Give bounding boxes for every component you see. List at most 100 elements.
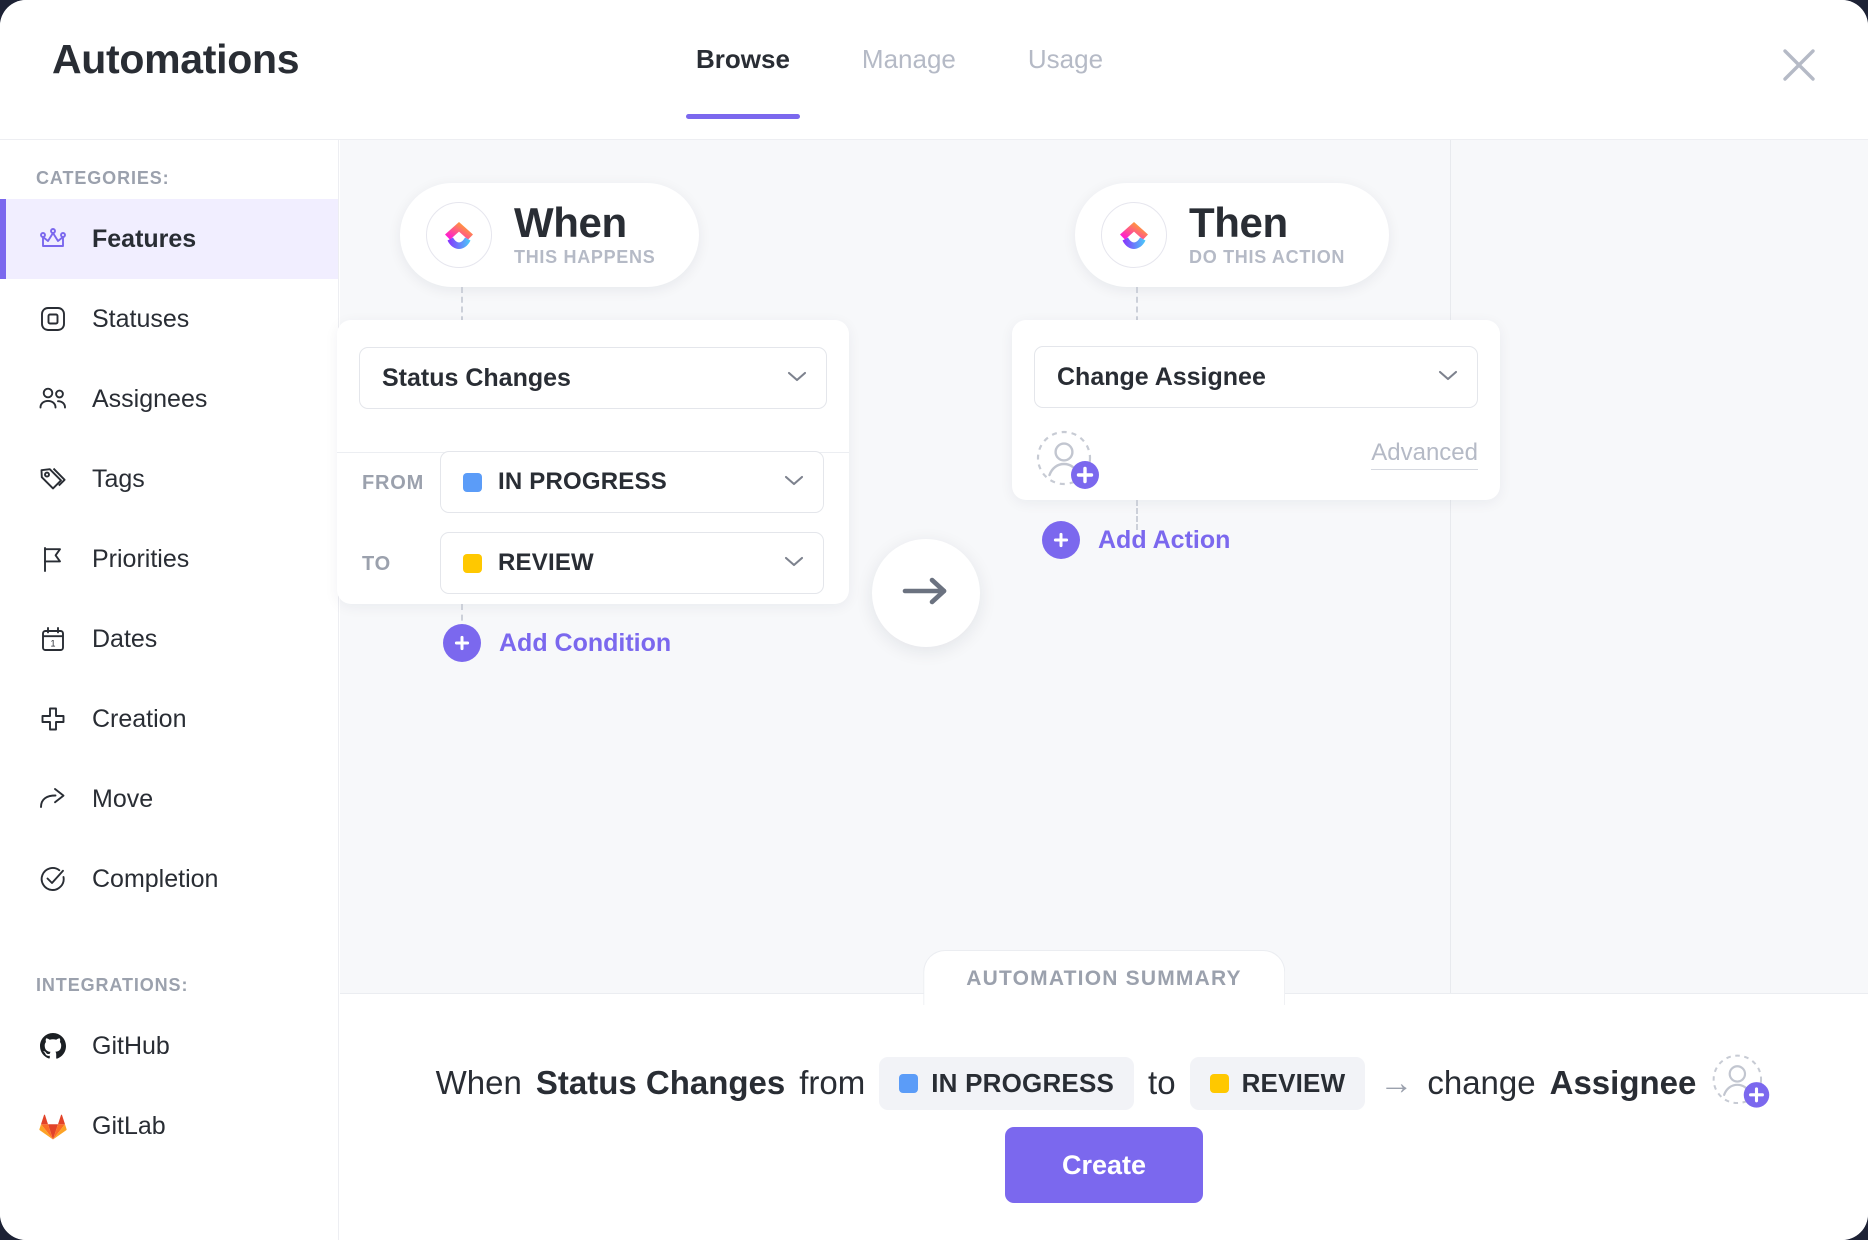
gitlab-icon: [36, 1109, 70, 1143]
tag-icon: [36, 462, 70, 496]
summary-word-from: from: [799, 1064, 866, 1101]
to-status-value-wrap: REVIEW: [463, 549, 783, 577]
sidebar-item-label: Creation: [92, 704, 187, 733]
trigger-select[interactable]: Status Changes: [359, 347, 827, 409]
sidebar-item-github[interactable]: GitHub: [0, 1006, 338, 1086]
status-color-swatch: [1209, 1073, 1229, 1093]
share-arrow-icon: [36, 782, 70, 816]
summary-tab-label: AUTOMATION SUMMARY: [923, 950, 1285, 1005]
plus-icon: [36, 702, 70, 736]
from-label: FROM: [362, 472, 425, 494]
sidebar-item-move[interactable]: Move: [0, 759, 338, 839]
trigger-select-value: Status Changes: [382, 363, 571, 392]
clickup-logo-icon: [1101, 202, 1167, 268]
sidebar-item-label: GitHub: [92, 1031, 170, 1060]
from-status-select[interactable]: IN PROGRESS: [440, 451, 824, 513]
sidebar-item-completion[interactable]: Completion: [0, 839, 338, 919]
page-title: Automations: [52, 36, 300, 82]
sidebar-item-label: Dates: [92, 624, 158, 653]
check-circle-icon: [36, 862, 70, 896]
status-color-swatch: [899, 1073, 919, 1093]
sidebar-item-label: GitLab: [92, 1111, 166, 1140]
plus-circle-icon: [1042, 521, 1080, 559]
people-icon: [36, 382, 70, 416]
tab-browse[interactable]: Browse: [660, 44, 826, 119]
create-button[interactable]: Create: [1005, 1127, 1203, 1203]
automation-summary-bar: AUTOMATION SUMMARY When Status Changes f…: [340, 950, 1868, 1240]
svg-text:1: 1: [50, 639, 55, 649]
when-subtitle: THIS HAPPENS: [514, 247, 656, 268]
sidebar-item-label: Completion: [92, 864, 219, 893]
sidebar-item-label: Priorities: [92, 544, 190, 573]
summary-to-value: REVIEW: [1241, 1067, 1346, 1098]
add-action-button[interactable]: Add Action: [1042, 521, 1230, 559]
from-status-value: IN PROGRESS: [498, 468, 667, 495]
status-color-swatch: [463, 553, 482, 573]
sidebar-item-label: Assignees: [92, 384, 208, 413]
summary-word-to: to: [1148, 1064, 1176, 1101]
sidebar-item-tags[interactable]: Tags: [0, 439, 338, 519]
flag-icon: [36, 542, 70, 576]
then-header-pill: Then DO THIS ACTION: [1075, 183, 1390, 287]
column-divider: [1450, 140, 1451, 993]
summary-trigger-name: Status Changes: [535, 1064, 786, 1101]
action-card: Change Assignee Advanced: [1012, 320, 1500, 500]
tab-usage[interactable]: Usage: [992, 44, 1139, 119]
when-header-pill: When THIS HAPPENS: [400, 183, 700, 287]
status-color-swatch: [463, 472, 482, 492]
sidebar-item-dates[interactable]: 1 Dates: [0, 599, 338, 679]
summary-arrow-icon: →: [1379, 1063, 1414, 1102]
from-status-value-wrap: IN PROGRESS: [463, 468, 783, 496]
action-select-value: Change Assignee: [1057, 362, 1266, 391]
sidebar-item-gitlab[interactable]: GitLab: [0, 1086, 338, 1166]
to-status-select[interactable]: REVIEW: [440, 532, 824, 594]
sidebar-integrations-caption: INTEGRATIONS:: [36, 975, 189, 995]
chevron-down-icon: [783, 554, 805, 573]
summary-sentence: When Status Changes from IN PROGRESS to …: [340, 1052, 1868, 1114]
add-person-icon[interactable]: [1034, 428, 1102, 496]
square-icon: [36, 302, 70, 336]
trigger-card: Status Changes FROM IN PROGRESS TO REVIE…: [337, 320, 849, 604]
sidebar-item-label: Tags: [92, 464, 145, 493]
sidebar-item-assignees[interactable]: Assignees: [0, 359, 338, 439]
chevron-down-icon: [786, 369, 808, 388]
to-label: TO: [362, 553, 392, 575]
github-icon: [36, 1029, 70, 1063]
modal-header: Automations Browse Manage Usage: [0, 0, 1868, 140]
calendar-icon: 1: [36, 622, 70, 656]
summary-from-value: IN PROGRESS: [931, 1067, 1115, 1098]
advanced-link[interactable]: Advanced: [1371, 439, 1478, 470]
automation-canvas: When THIS HAPPENS Status Changes FROM IN…: [337, 140, 1868, 993]
flow-arrow-node: [872, 539, 980, 647]
tab-manage[interactable]: Manage: [826, 44, 992, 119]
summary-word-when: When: [435, 1064, 522, 1101]
sidebar-item-label: Features: [92, 224, 197, 253]
arrow-right-icon: [899, 574, 953, 613]
chevron-down-icon: [783, 473, 805, 492]
add-condition-button[interactable]: Add Condition: [443, 624, 671, 662]
sidebar-item-label: Statuses: [92, 304, 190, 333]
chevron-down-icon: [1437, 368, 1459, 387]
crown-icon: [36, 222, 70, 256]
tab-bar: Browse Manage Usage: [660, 44, 1139, 119]
summary-action-name: Assignee: [1549, 1064, 1697, 1101]
plus-circle-icon: [443, 624, 481, 662]
to-status-value: REVIEW: [498, 549, 594, 576]
summary-from-chip: IN PROGRESS: [879, 1056, 1135, 1110]
clickup-logo-icon: [426, 202, 492, 268]
summary-to-chip: REVIEW: [1189, 1056, 1366, 1110]
add-action-label: Add Action: [1098, 525, 1231, 554]
add-person-icon[interactable]: [1710, 1052, 1772, 1114]
sidebar-item-features[interactable]: Features: [0, 199, 338, 279]
sidebar-item-priorities[interactable]: Priorities: [0, 519, 338, 599]
when-title: When: [514, 198, 627, 246]
then-subtitle: DO THIS ACTION: [1189, 247, 1346, 268]
sidebar-item-statuses[interactable]: Statuses: [0, 279, 338, 359]
sidebar-categories-caption: CATEGORIES:: [36, 168, 170, 188]
automations-modal: Automations Browse Manage Usage CATEGORI…: [0, 0, 1868, 1240]
sidebar-item-creation[interactable]: Creation: [0, 679, 338, 759]
then-title: Then: [1189, 198, 1288, 246]
close-icon[interactable]: [1776, 42, 1822, 88]
action-select[interactable]: Change Assignee: [1034, 346, 1478, 408]
summary-word-change: change: [1427, 1064, 1536, 1101]
